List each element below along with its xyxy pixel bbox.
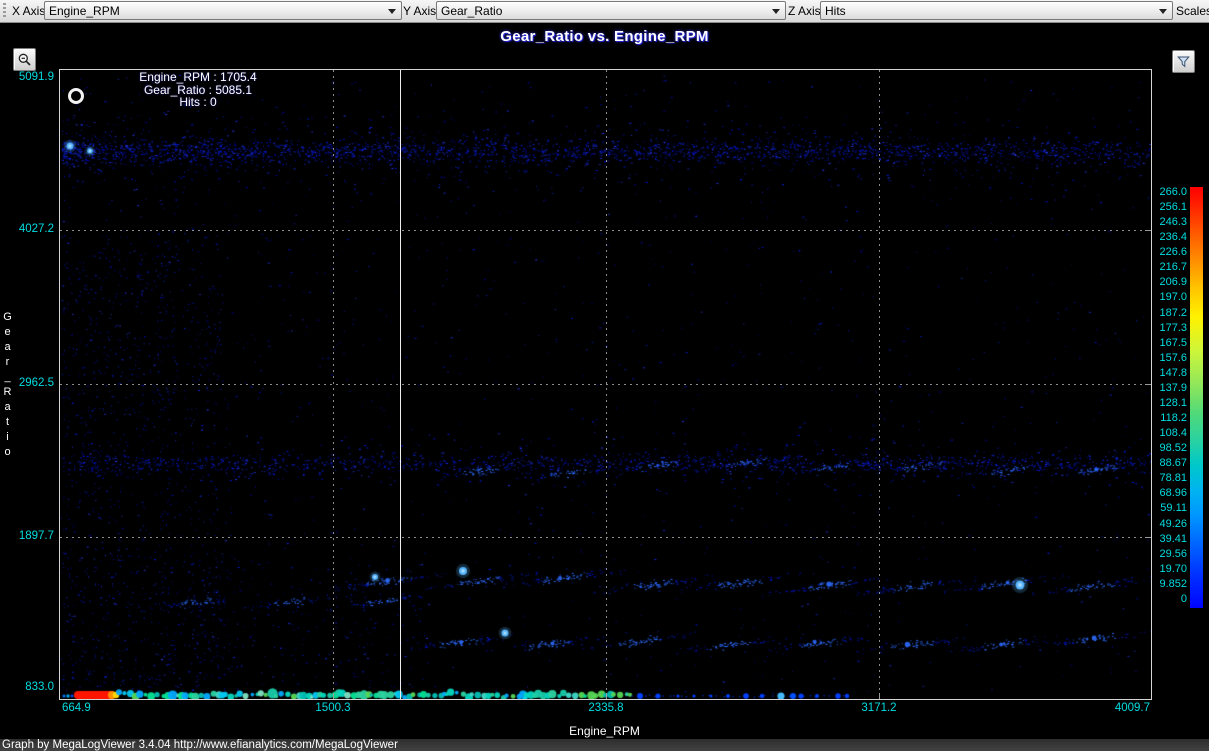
z-axis-label: Z Axis:	[788, 4, 824, 18]
y-tick-label: 1897.7	[0, 530, 54, 542]
z-scale-tick-label: 246.3	[1150, 216, 1187, 228]
z-axis-select[interactable]: Hits	[820, 1, 1173, 20]
z-scale-tick-label: 108.4	[1150, 427, 1187, 439]
scales-button[interactable]: Scales	[1176, 4, 1209, 18]
x-axis-selected-value: Engine_RPM	[49, 4, 120, 18]
title-bar: Gear_Ratio vs. Engine_RPM	[0, 28, 1209, 48]
horizontal-gridline	[60, 537, 1151, 538]
y-tick-label: 4027.2	[0, 223, 54, 235]
y-axis-title-char: i	[2, 430, 13, 445]
z-scale-tick-label: 29.56	[1150, 548, 1187, 560]
y-tick-label: 833.0	[0, 681, 54, 693]
z-scale-tick-label: 157.6	[1150, 352, 1187, 364]
z-scale-tick-label: 0	[1150, 593, 1187, 605]
y-axis-title-char: e	[2, 325, 13, 340]
x-tick-label: 4009.7	[1115, 702, 1150, 714]
z-scale-tick-label: 206.9	[1150, 276, 1187, 288]
zoom-button[interactable]	[13, 48, 36, 71]
readout-z-value: Hits : 0	[126, 96, 270, 109]
x-tick-label: 664.9	[62, 702, 91, 714]
y-axis-selected-value: Gear_Ratio	[441, 4, 502, 18]
readout-x-value: Engine_RPM : 1705.4	[126, 71, 270, 84]
x-axis-tick-mark	[606, 693, 607, 699]
z-scale-tick-label: 147.8	[1150, 367, 1187, 379]
z-scale-tick-label: 78.81	[1150, 472, 1187, 484]
z-scale-tick-label: 68.96	[1150, 487, 1187, 499]
z-scale-tick-label: 236.4	[1150, 231, 1187, 243]
chevron-down-icon	[1159, 9, 1167, 14]
z-scale-tick-label: 137.9	[1150, 382, 1187, 394]
crosshair-line	[400, 70, 401, 699]
x-axis-tick-mark	[879, 693, 880, 699]
plot-area[interactable]: Engine_RPM : 1705.4 Gear_Ratio : 5085.1 …	[59, 69, 1152, 700]
y-axis-title-char: t	[2, 415, 13, 430]
z-scale-tick-label: 197.0	[1150, 291, 1187, 303]
z-scale-tick-label: 128.1	[1150, 397, 1187, 409]
z-scale-tick-label: 19.70	[1150, 563, 1187, 575]
z-scale-tick-label: 98.52	[1150, 442, 1187, 454]
z-axis-selected-value: Hits	[825, 4, 846, 18]
z-scale-tick-label: 177.3	[1150, 322, 1187, 334]
x-tick-label: 3171.2	[861, 702, 896, 714]
z-scale-tick-label: 216.7	[1150, 261, 1187, 273]
z-scale-colorbar	[1190, 187, 1203, 608]
chevron-down-icon	[772, 9, 780, 14]
x-tick-label: 1500.3	[315, 702, 350, 714]
z-scale-tick-label: 256.1	[1150, 201, 1187, 213]
magnifier-icon	[17, 52, 32, 67]
x-axis-title: Engine_RPM	[0, 724, 1209, 738]
z-scale-legend: 266.0 256.1 246.3 236.4 226.6 216.7 206.9 197.0…	[1150, 0, 1209, 751]
x-tick-label: 2335.8	[588, 702, 623, 714]
z-scale-tick-label: 118.2	[1150, 412, 1187, 424]
y-tick-label: 5091.9	[0, 71, 54, 83]
cursor-ring	[68, 88, 84, 104]
horizontal-gridline	[60, 230, 1151, 231]
z-scale-tick-label: 266.0	[1150, 186, 1187, 198]
x-axis-select[interactable]: Engine_RPM	[44, 1, 402, 20]
y-axis-title-char: a	[2, 340, 13, 355]
z-scale-tick-label: 59.11	[1150, 502, 1187, 514]
y-axis-select[interactable]: Gear_Ratio	[436, 1, 786, 20]
x-axis-tick-mark	[333, 693, 334, 699]
z-scale-tick-label: 187.2	[1150, 307, 1187, 319]
y-axis-title-char: R	[2, 385, 13, 400]
chevron-down-icon	[388, 9, 396, 14]
horizontal-gridline	[60, 384, 1151, 385]
y-axis-title-char: _	[2, 370, 13, 385]
z-scale-tick-label: 226.6	[1150, 246, 1187, 258]
chart-title: Gear_Ratio vs. Engine_RPM	[500, 28, 708, 45]
cursor-readout: Engine_RPM : 1705.4 Gear_Ratio : 5085.1 …	[126, 71, 270, 109]
z-scale-tick-label: 88.67	[1150, 457, 1187, 469]
toolbar: X Axis: Engine_RPM Y Axis: Gear_Ratio Z …	[0, 0, 1209, 23]
y-axis-title-char: G	[2, 310, 13, 325]
filter-button[interactable]	[1172, 50, 1195, 73]
status-text: Graph by MegaLogViewer 3.4.04 http://www…	[2, 739, 398, 751]
y-axis-title-char: r	[2, 355, 13, 370]
z-scale-tick-label: 167.5	[1150, 337, 1187, 349]
z-scale-tick-label: 49.26	[1150, 518, 1187, 530]
y-axis-title: Gear_Ratio	[2, 310, 13, 460]
y-axis-title-char: a	[2, 400, 13, 415]
status-bar: Graph by MegaLogViewer 3.4.04 http://www…	[0, 739, 1209, 751]
y-axis-label: Y Axis:	[403, 4, 439, 18]
funnel-icon	[1176, 54, 1191, 69]
y-axis-title-char: o	[2, 445, 13, 460]
toolbar-drag-handle[interactable]	[3, 3, 6, 19]
z-scale-tick-label: 9.852	[1150, 578, 1187, 590]
z-scale-tick-label: 39.41	[1150, 533, 1187, 545]
